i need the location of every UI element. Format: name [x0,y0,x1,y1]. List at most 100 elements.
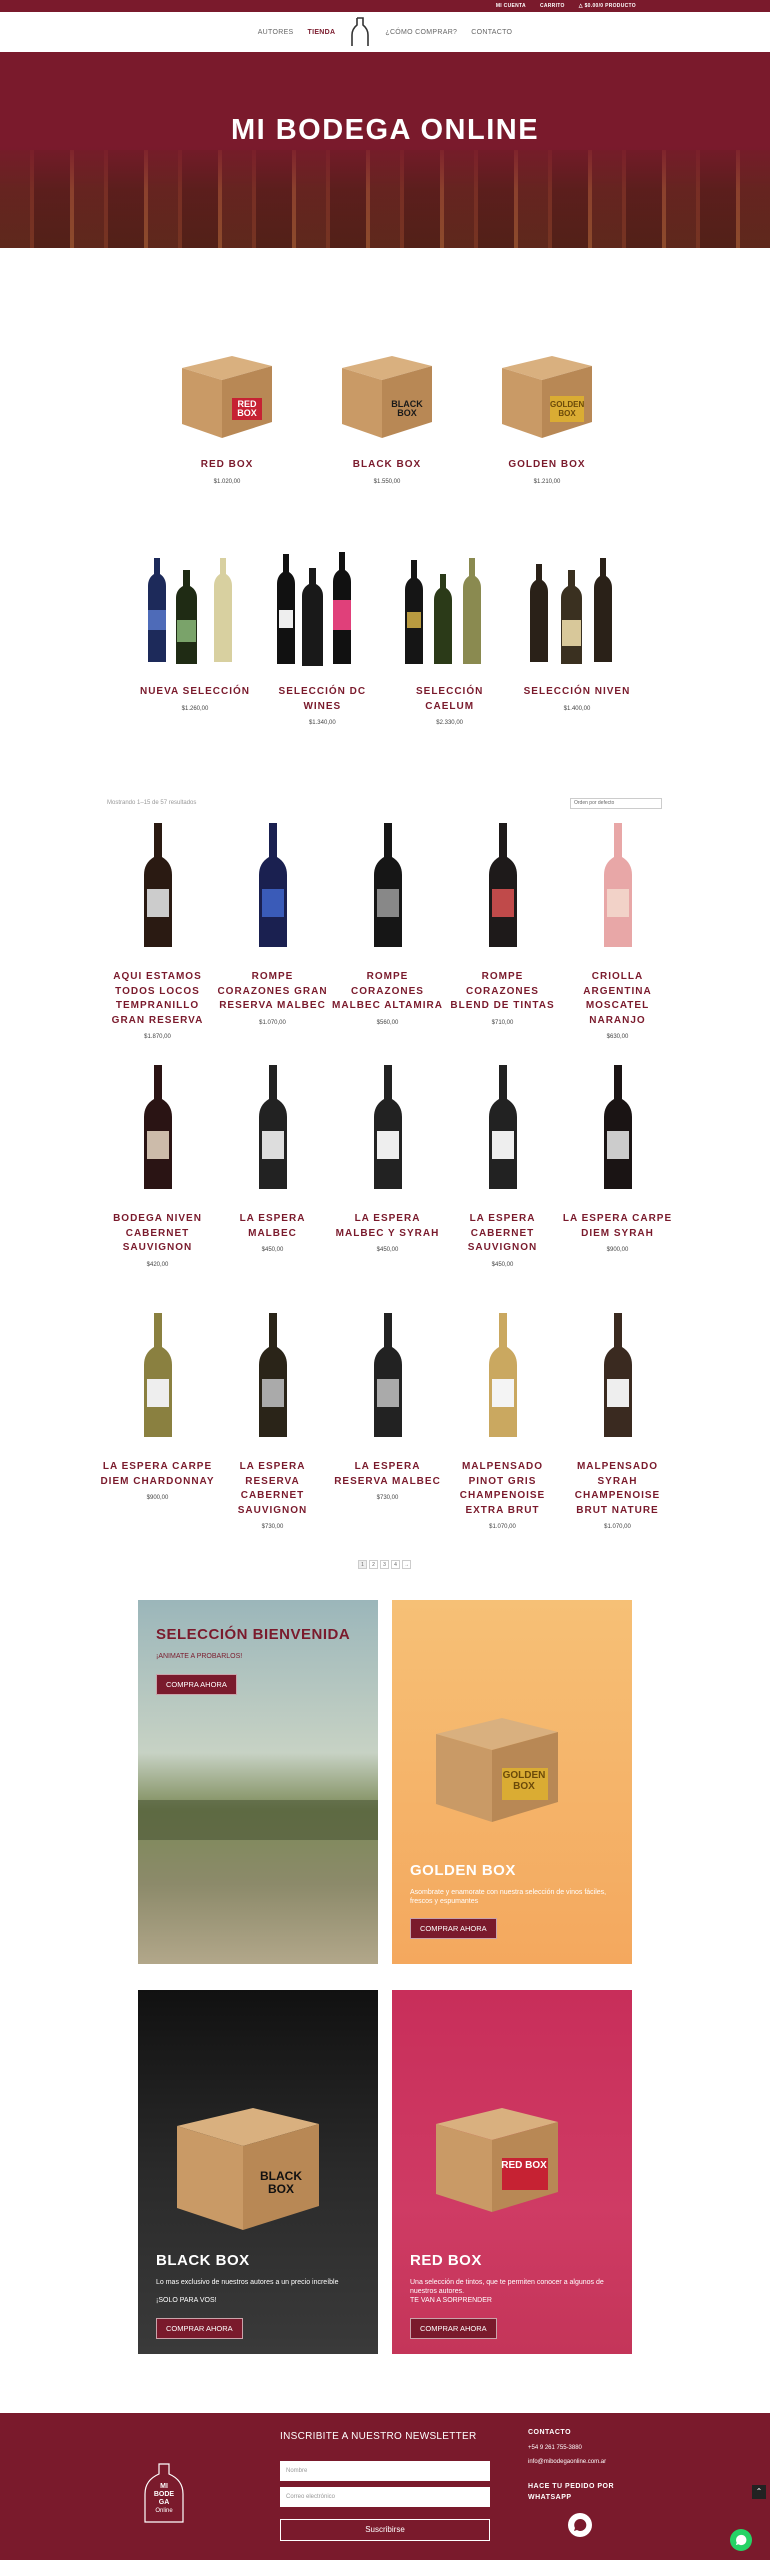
bottle-group-image[interactable] [267,550,377,670]
red-box-image[interactable]: RED BOX [172,338,282,448]
wine-bottle-image[interactable] [138,1063,178,1193]
promo-seleccion-bienvenida: SELECCIÓN BIENVENIDA ¡ANIMATE A PROBARLO… [138,1600,378,1964]
product-name[interactable]: LA ESPERA RESERVA CABERNET SAUVIGNON [215,1460,330,1518]
product-name[interactable]: LA ESPERA CABERNET SAUVIGNON [445,1212,560,1256]
wine-bottle-image[interactable] [368,1063,408,1193]
subscribe-button[interactable]: Suscribirse [280,2519,490,2541]
box-card-red[interactable]: RED BOX RED BOX $1.020,00 [172,338,282,485]
wine-bottle-image[interactable] [483,1063,523,1193]
comprar-button[interactable]: COMPRAR AHORA [410,1918,497,1939]
wine-bottle-image[interactable] [138,1311,178,1441]
box-label: BLACK BOX [260,2169,302,2196]
wine-bottle-image[interactable] [138,821,178,951]
wine-bottle-image[interactable] [483,1311,523,1441]
whatsapp-icon[interactable] [568,2513,592,2537]
wine-bottle-image[interactable] [598,821,638,951]
whatsapp-float-button[interactable] [730,2529,752,2551]
contact-email[interactable]: info@mibodegaonline.com.ar [528,2459,606,2465]
box-card-black[interactable]: BLACK BOX BLACK BOX $1.550,00 [332,338,442,485]
comprar-button[interactable]: COMPRAR AHORA [156,2318,243,2339]
product-name[interactable]: RED BOX [172,458,282,473]
product-card[interactable]: LA ESPERA RESERVA MALBEC $730,00 [330,1305,445,1545]
wine-bottle-image[interactable] [253,821,293,951]
product-card[interactable]: LA ESPERA MALBEC Y SYRAH $450,00 [330,1057,445,1297]
product-card[interactable]: ROMPE CORAZONES BLEND DE TINTAS $710,00 [445,815,560,1049]
page-1[interactable]: 1 [358,1560,367,1569]
wine-bottle-image[interactable] [253,1311,293,1441]
product-card[interactable]: ROMPE CORAZONES GRAN RESERVA MALBEC $1.07… [215,815,330,1049]
bottle-group-image[interactable] [395,550,505,670]
product-name[interactable]: BODEGA NIVEN CABERNET SAUVIGNON [100,1212,215,1256]
golden-box-image[interactable]: GOLDEN BOX [492,338,602,448]
product-card[interactable]: LA ESPERA MALBEC $450,00 [215,1057,330,1297]
product-card[interactable]: ROMPE CORAZONES MALBEC ALTAMIRA $560,00 [330,815,445,1049]
selection-card[interactable]: SELECCIÓN CAELUM $2.330,00 [391,550,509,726]
bottle-group-image[interactable] [140,550,250,670]
selection-card[interactable]: SELECCIÓN NIVEN $1.400,00 [518,550,636,726]
selection-card[interactable]: SELECCIÓN DC WINES $1.340,00 [263,550,381,726]
nav-item-contacto[interactable]: CONTACTO [471,29,512,36]
wine-bottle-image[interactable] [598,1063,638,1193]
product-name[interactable]: MALPENSADO PINOT GRIS CHAMPENOISE EXTRA … [445,1460,560,1518]
page-3[interactable]: 3 [380,1560,389,1569]
product-name[interactable]: LA ESPERA RESERVA MALBEC [330,1460,445,1489]
wine-bottle-image[interactable] [253,1063,293,1193]
product-name[interactable]: AQUI ESTAMOS TODOS LOCOS TEMPRANILLO GRA… [100,970,215,1028]
selections-row: NUEVA SELECCIÓN $1.260,00 SELECCIÓN DC W… [136,550,636,726]
sort-select[interactable]: Orden por defecto [570,798,662,809]
selection-card[interactable]: NUEVA SELECCIÓN $1.260,00 [136,550,254,726]
black-box-image[interactable]: BLACK BOX [332,338,442,448]
promo-subtitle: Asombrate y enamorate con nuestra selecc… [410,1889,607,1906]
product-name[interactable]: ROMPE CORAZONES MALBEC ALTAMIRA [330,970,445,1014]
wine-bottle-image[interactable] [368,1311,408,1441]
product-card[interactable]: LA ESPERA CABERNET SAUVIGNON $450,00 [445,1057,560,1297]
product-name[interactable]: CRIOLLA ARGENTINA MOSCATEL NARANJO [560,970,675,1028]
page-4[interactable]: 4 [391,1560,400,1569]
bottle-group-image[interactable] [522,550,632,670]
account-link[interactable]: MI CUENTA [496,3,526,9]
nav-item-como-comprar[interactable]: ¿CÓMO COMPRAR? [385,29,457,36]
comprar-button[interactable]: COMPRAR AHORA [410,2318,497,2339]
product-name[interactable]: SELECCIÓN CAELUM [391,685,509,714]
product-card[interactable]: MALPENSADO SYRAH CHAMPENOISE BRUT NATURE… [560,1305,675,1545]
cart-amount[interactable]: △ $0.00/0 PRODUCTO [579,3,636,9]
comprar-button[interactable]: COMPRA AHORA [156,1674,237,1695]
product-name[interactable]: ROMPE CORAZONES BLEND DE TINTAS [445,970,560,1014]
contact-phone[interactable]: +54 9 261 755-3880 [528,2445,582,2451]
product-price: $900,00 [606,1247,629,1253]
product-name[interactable]: LA ESPERA CARPE DIEM CHARDONNAY [100,1460,215,1489]
product-name[interactable]: LA ESPERA MALBEC [215,1212,330,1241]
wine-bottle-image[interactable] [368,821,408,951]
product-name[interactable]: NUEVA SELECCIÓN [136,685,254,700]
product-name[interactable]: MALPENSADO SYRAH CHAMPENOISE BRUT NATURE [560,1460,675,1518]
name-input[interactable]: Nombre [280,2461,490,2481]
product-name[interactable]: SELECCIÓN DC WINES [263,685,381,714]
page-next[interactable]: → [402,1560,411,1569]
product-name[interactable]: SELECCIÓN NIVEN [518,685,636,700]
email-input[interactable]: Correo electrónico [280,2487,490,2507]
page-2[interactable]: 2 [369,1560,378,1569]
cart-link[interactable]: CARRITO [540,3,565,9]
product-name[interactable]: LA ESPERA CARPE DIEM SYRAH [560,1212,675,1241]
footer-logo[interactable]: MI BODE GA Online [138,2463,190,2523]
product-name[interactable]: BLACK BOX [332,458,442,473]
nav-item-autores[interactable]: AUTORES [258,29,294,36]
product-card[interactable]: LA ESPERA CARPE DIEM CHARDONNAY $900,00 [100,1305,215,1545]
back-to-top-button[interactable]: ⌃ [752,2485,766,2499]
product-card[interactable]: BODEGA NIVEN CABERNET SAUVIGNON $420,00 [100,1057,215,1297]
product-card[interactable]: LA ESPERA CARPE DIEM SYRAH $900,00 [560,1057,675,1297]
box-card-golden[interactable]: GOLDEN BOX GOLDEN BOX $1.210,00 [492,338,602,485]
product-name[interactable]: LA ESPERA MALBEC Y SYRAH [330,1212,445,1241]
nav-item-tienda[interactable]: TIENDA [308,29,336,36]
promo-red-box: RED BOX RED BOX Una selección de tintos,… [392,1990,632,2354]
product-card[interactable]: CRIOLLA ARGENTINA MOSCATEL NARANJO $630,0… [560,815,675,1049]
site-logo[interactable] [349,17,371,47]
promo-black-box: BLACK BOX BLACK BOX Lo mas exclusivo de … [138,1990,378,2354]
product-card[interactable]: MALPENSADO PINOT GRIS CHAMPENOISE EXTRA … [445,1305,560,1545]
product-name[interactable]: GOLDEN BOX [492,458,602,473]
product-card[interactable]: AQUI ESTAMOS TODOS LOCOS TEMPRANILLO GRA… [100,815,215,1049]
product-card[interactable]: LA ESPERA RESERVA CABERNET SAUVIGNON $730… [215,1305,330,1545]
wine-bottle-image[interactable] [483,821,523,951]
product-name[interactable]: ROMPE CORAZONES GRAN RESERVA MALBEC [215,970,330,1014]
wine-bottle-image[interactable] [598,1311,638,1441]
